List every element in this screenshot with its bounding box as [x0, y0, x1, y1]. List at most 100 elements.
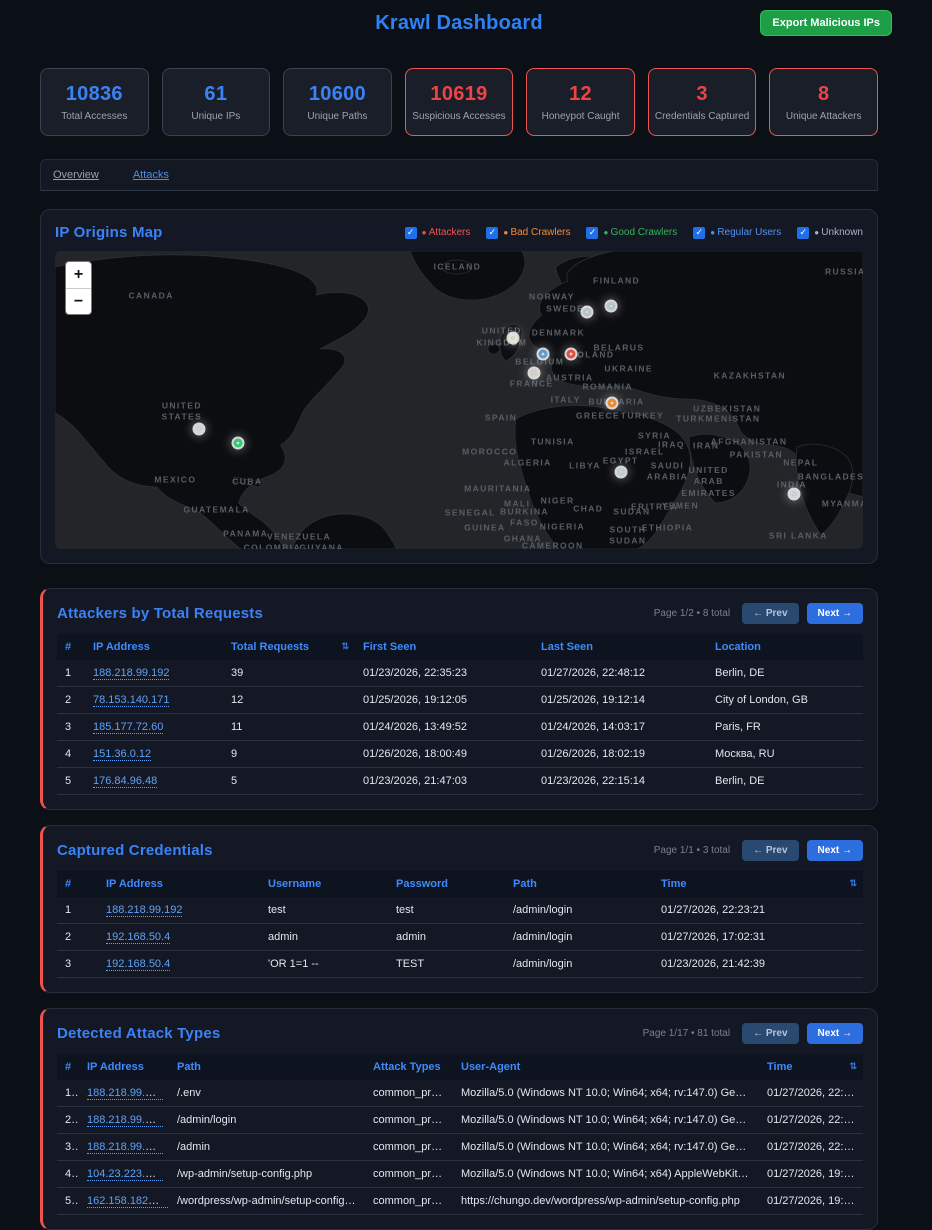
stat-label: Unique IPs — [191, 111, 240, 122]
legend-label: Good Crawlers — [603, 227, 677, 238]
next-page-button[interactable]: Next → — [807, 1023, 863, 1044]
table-row: 2 78.153.140.171 12 01/25/2026, 19:12:05… — [57, 687, 863, 714]
header: Krawl Dashboard Export Malicious IPs — [40, 12, 878, 46]
cell-time: 01/27/2026, 22:23:21 — [653, 897, 863, 924]
map-marker-icon[interactable] — [539, 350, 548, 359]
column-header[interactable]: Path — [505, 871, 653, 897]
tab-attacks[interactable]: Attacks — [133, 169, 169, 181]
sort-icon[interactable]: ⇅ — [849, 878, 857, 889]
checkbox-checked-icon[interactable] — [405, 227, 417, 239]
cell-password: test — [388, 897, 505, 924]
legend-item[interactable]: Attackers — [405, 227, 471, 239]
cell-time: 01/23/2026, 21:42:39 — [653, 951, 863, 978]
column-header[interactable]: # — [57, 1054, 79, 1080]
world-map-landmass — [55, 251, 863, 549]
cell-user-agent: Mozilla/5.0 (Windows NT 10.0; Win64; x64… — [453, 1161, 759, 1188]
legend-item[interactable]: Bad Crawlers — [486, 227, 570, 239]
map-marker-icon[interactable] — [194, 424, 203, 433]
column-header[interactable]: Attack Types — [365, 1054, 453, 1080]
checkbox-checked-icon[interactable] — [586, 227, 598, 239]
prev-page-button[interactable]: ← Prev — [742, 840, 798, 861]
legend-item[interactable]: Regular Users — [693, 227, 781, 239]
map-marker-icon[interactable] — [616, 468, 625, 477]
map-panel-head: IP Origins Map Attackers Bad Crawlers — [55, 224, 863, 241]
prev-page-button[interactable]: ← Prev — [742, 603, 798, 624]
map-marker-icon[interactable] — [607, 398, 616, 407]
column-header[interactable]: Time⇅ — [653, 871, 863, 897]
ip-address-link[interactable]: 78.153.140.171 — [93, 694, 169, 707]
cell-ip: 162.158.182.104 — [79, 1188, 169, 1215]
tab-overview[interactable]: Overview — [53, 169, 99, 181]
cell-location: Москва, RU — [707, 741, 863, 768]
world-map[interactable]: CANADA ICELAND RUSSIA NORWAY FINLAND SWE… — [55, 251, 863, 549]
sort-icon[interactable]: ⇅ — [849, 1061, 857, 1072]
attack-types-pager: Page 1/17 • 81 total ← Prev Next → — [643, 1023, 863, 1044]
cell-location: Berlin, DE — [707, 660, 863, 687]
prev-page-button[interactable]: ← Prev — [742, 1023, 798, 1044]
attack-types-panel-head: Detected Attack Types Page 1/17 • 81 tot… — [57, 1023, 863, 1044]
stat-value: 10619 — [430, 83, 487, 106]
column-header[interactable]: IP Address — [79, 1054, 169, 1080]
captured-credentials-panel: Captured Credentials Page 1/1 • 3 total … — [40, 825, 878, 993]
column-header[interactable]: IP Address — [98, 871, 260, 897]
legend-item[interactable]: Unknown — [797, 227, 863, 239]
ip-address-link[interactable]: 104.23.223.128 — [87, 1168, 163, 1181]
cell-last-seen: 01/27/2026, 22:48:12 — [533, 660, 707, 687]
map-zoom-in-button[interactable]: + — [66, 262, 91, 288]
ip-address-link[interactable]: 188.218.99.192 — [87, 1114, 163, 1127]
map-marker-icon[interactable] — [566, 350, 575, 359]
map-marker-icon[interactable] — [233, 438, 242, 447]
column-header[interactable]: # — [57, 871, 98, 897]
next-page-button[interactable]: Next → — [807, 603, 863, 624]
ip-address-link[interactable]: 188.218.99.192 — [87, 1141, 163, 1154]
map-marker-icon[interactable] — [582, 308, 591, 317]
column-header[interactable]: # — [57, 634, 85, 660]
stat-card: 10836 Total Accesses — [40, 68, 149, 136]
map-marker-icon[interactable] — [789, 489, 798, 498]
table-row: 4 151.36.0.12 9 01/26/2026, 18:00:49 01/… — [57, 741, 863, 768]
ip-address-link[interactable]: 188.218.99.192 — [106, 904, 182, 917]
checkbox-checked-icon[interactable] — [693, 227, 705, 239]
column-header[interactable]: User-Agent — [453, 1054, 759, 1080]
checkbox-checked-icon[interactable] — [797, 227, 809, 239]
column-header[interactable]: Path — [169, 1054, 365, 1080]
map-zoom-out-button[interactable]: − — [66, 288, 91, 314]
column-header[interactable]: Time ⇅ — [759, 1054, 863, 1080]
map-marker-icon[interactable] — [530, 368, 539, 377]
page-title: Krawl Dashboard — [40, 12, 878, 35]
ip-address-link[interactable]: 162.158.182.104 — [87, 1195, 169, 1208]
ip-address-link[interactable]: 176.84.96.48 — [93, 775, 157, 788]
column-header[interactable]: Location — [707, 634, 863, 660]
sort-icon[interactable]: ⇅ — [341, 641, 349, 652]
ip-address-link[interactable]: 185.177.72.60 — [93, 721, 163, 734]
ip-address-link[interactable]: 188.218.99.192 — [93, 667, 169, 680]
ip-address-link[interactable]: 192.168.50.4 — [106, 931, 170, 944]
legend-item[interactable]: Good Crawlers — [586, 227, 677, 239]
cell-path: /admin — [169, 1134, 365, 1161]
column-header[interactable]: Total Requests⇅ — [223, 634, 355, 660]
cell-ip: 188.218.99.192 — [79, 1134, 169, 1161]
column-header-label: Attack Types — [373, 1061, 441, 1073]
column-header[interactable]: Password — [388, 871, 505, 897]
column-header-label: Time — [767, 1061, 792, 1073]
column-header-label: IP Address — [87, 1061, 144, 1073]
cell-ip: 176.84.96.48 — [85, 768, 223, 795]
export-malicious-ips-button[interactable]: Export Malicious IPs — [760, 10, 892, 36]
map-marker-icon[interactable] — [606, 302, 615, 311]
cell-path: /admin/login — [169, 1107, 365, 1134]
column-header[interactable]: Last Seen — [533, 634, 707, 660]
table-row: 2 192.168.50.4 admin admin /admin/login … — [57, 924, 863, 951]
cell-path: /admin/login — [505, 951, 653, 978]
checkbox-checked-icon[interactable] — [486, 227, 498, 239]
ip-address-link[interactable]: 188.218.99.192 — [87, 1087, 163, 1100]
ip-address-link[interactable]: 151.36.0.12 — [93, 748, 151, 761]
column-header[interactable]: First Seen — [355, 634, 533, 660]
map-marker-icon[interactable] — [509, 334, 518, 343]
cell-user-agent: Mozilla/5.0 (Windows NT 10.0; Win64; x64… — [453, 1080, 759, 1107]
column-header[interactable]: IP Address — [85, 634, 223, 660]
ip-address-link[interactable]: 192.168.50.4 — [106, 958, 170, 971]
next-page-button[interactable]: Next → — [807, 840, 863, 861]
cell-total-requests: 11 — [223, 714, 355, 741]
cell-first-seen: 01/24/2026, 13:49:52 — [355, 714, 533, 741]
column-header[interactable]: Username — [260, 871, 388, 897]
